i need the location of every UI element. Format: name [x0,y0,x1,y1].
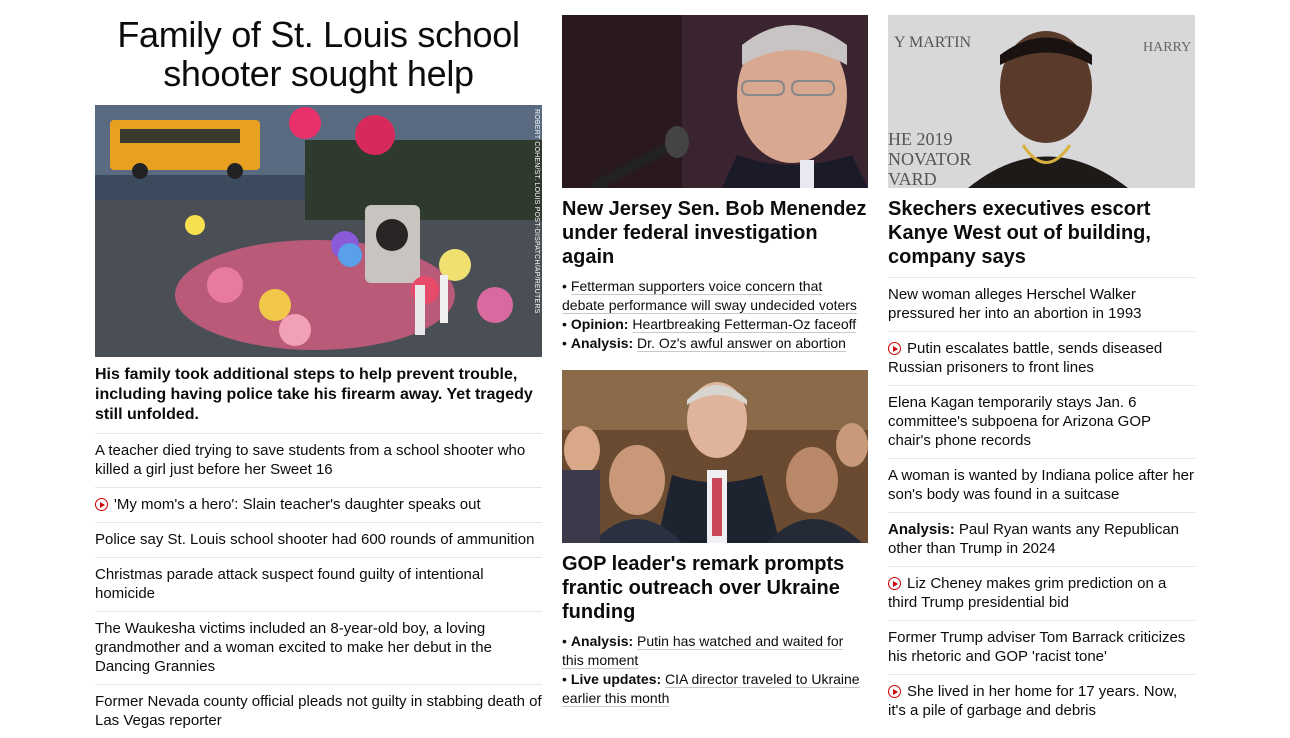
list-item: A woman is wanted by Indiana police afte… [888,458,1195,512]
lead-headline: Family of St. Louis school shooter sough… [95,15,542,93]
list-item: Putin escalates battle, sends diseased R… [888,331,1195,385]
story-link[interactable]: Christmas parade attack suspect found gu… [95,566,484,602]
menendez-title-link[interactable]: New Jersey Sen. Bob Menendez under feder… [562,198,867,268]
menendez-image[interactable] [562,15,868,188]
play-icon [888,685,901,698]
bullet-dot: • [562,633,567,649]
bullet-dot: • [562,278,567,294]
lead-column: Family of St. Louis school shooter sough… [95,15,542,738]
story-link[interactable]: Former Nevada county official pleads not… [95,693,542,729]
memorial-photo [95,105,542,357]
story-link[interactable]: Police say St. Louis school shooter had … [95,531,534,548]
list-item: A teacher died trying to save students f… [95,433,542,487]
congress-photo [562,370,868,543]
bullet-dot: • [562,335,567,351]
list-item: • Opinion: Heartbreaking Fetterman-Oz fac… [562,315,868,334]
play-icon [95,498,108,511]
bullet-link[interactable]: Heartbreaking Fetterman-Oz faceoff [632,316,857,333]
list-item: 'My mom's a hero': Slain teacher's daugh… [95,487,542,522]
bullet-link[interactable]: Dr. Oz's awful answer on abortion [637,335,846,352]
bullet-link[interactable]: Fetterman supporters voice concern that … [562,278,857,314]
gop-bullets: • Analysis: Putin has watched and waited … [562,632,868,708]
story-link[interactable]: The Waukesha victims included an 8-year-… [95,620,492,675]
backdrop-text: Y MARTIN [894,34,972,51]
bullet-prefix: Analysis: [570,335,634,351]
list-item: She lived in her home for 17 years. Now,… [888,674,1195,728]
list-item: Elena Kagan temporarily stays Jan. 6 com… [888,385,1195,458]
story-link[interactable]: New woman alleges Herschel Walker pressu… [888,286,1142,322]
story-prefix: Analysis: [888,521,955,538]
bullet-prefix: Live updates: [570,671,662,687]
kanye-story-list: New woman alleges Herschel Walker pressu… [888,277,1195,728]
gop-title: GOP leader's remark prompts frantic outr… [562,552,868,624]
list-item: New woman alleges Herschel Walker pressu… [888,277,1195,331]
list-item: Analysis: Paul Ryan wants any Republican… [888,512,1195,566]
senator-photo [562,15,868,188]
story-link[interactable]: 'My mom's a hero': Slain teacher's daugh… [114,496,481,513]
list-item: Christmas parade attack suspect found gu… [95,557,542,611]
list-item: • Fetterman supporters voice concern that… [562,277,868,315]
backdrop-text: NOVATOR [888,149,971,169]
backdrop-text: HE 2019 [888,129,953,149]
menendez-bullets: • Fetterman supporters voice concern that… [562,277,868,353]
story-link[interactable]: Former Trump adviser Tom Barrack critici… [888,629,1185,665]
play-icon [888,342,901,355]
story-link[interactable]: A teacher died trying to save students f… [95,442,525,478]
story-link[interactable]: Liz Cheney makes grim prediction on a th… [888,575,1166,611]
right-column: Y MARTIN HARRY HE 2019 NOVATOR VARD Skec… [888,15,1195,728]
backdrop-text: HARRY [1143,40,1191,55]
kanye-image[interactable]: Y MARTIN HARRY HE 2019 NOVATOR VARD [888,15,1195,188]
story-link[interactable]: Putin escalates battle, sends diseased R… [888,340,1162,376]
list-item: Former Nevada county official pleads not… [95,684,542,738]
list-item: Former Trump adviser Tom Barrack critici… [888,620,1195,674]
image-credit: ROBERT COHEN/ST. LOUIS POST-DISPATCH/AP/… [533,109,540,314]
gop-title-link[interactable]: GOP leader's remark prompts frantic outr… [562,553,844,623]
lead-image[interactable]: ROBERT COHEN/ST. LOUIS POST-DISPATCH/AP/… [95,105,542,357]
list-item: • Analysis: Putin has watched and waited … [562,632,868,670]
news-page: Family of St. Louis school shooter sough… [0,0,1290,738]
lead-headline-link[interactable]: Family of St. Louis school shooter sough… [117,14,520,94]
list-item: • Live updates: CIA director traveled to … [562,670,868,708]
story-link[interactable]: Elena Kagan temporarily stays Jan. 6 com… [888,394,1151,449]
kanye-photo: Y MARTIN HARRY HE 2019 NOVATOR VARD [888,15,1195,188]
story-link[interactable]: She lived in her home for 17 years. Now,… [888,683,1177,719]
bullet-prefix: Analysis: [570,633,634,649]
middle-column: New Jersey Sen. Bob Menendez under feder… [562,15,868,708]
list-item: Liz Cheney makes grim prediction on a th… [888,566,1195,620]
backdrop-text: VARD [888,169,937,188]
menendez-title: New Jersey Sen. Bob Menendez under feder… [562,197,868,269]
play-icon [888,577,901,590]
story-link[interactable]: A woman is wanted by Indiana police afte… [888,467,1194,503]
bullet-dot: • [562,671,567,687]
lead-story-list: A teacher died trying to save students f… [95,433,542,738]
lead-description: His family took additional steps to help… [95,366,533,423]
list-item: • Analysis: Dr. Oz's awful answer on abor… [562,334,868,353]
gop-image[interactable] [562,370,868,543]
list-item: The Waukesha victims included an 8-year-… [95,611,542,684]
list-item: Police say St. Louis school shooter had … [95,522,542,557]
kanye-title-link[interactable]: Skechers executives escort Kanye West ou… [888,198,1151,268]
bullet-dot: • [562,316,567,332]
bullet-prefix: Opinion: [570,316,629,332]
kanye-title: Skechers executives escort Kanye West ou… [888,197,1195,269]
